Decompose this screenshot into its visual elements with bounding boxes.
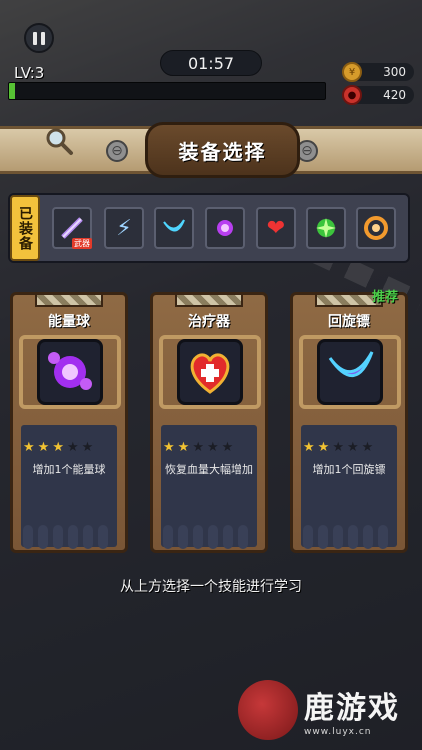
pause-button[interactable] — [24, 23, 54, 53]
star-rating: ★ ★ ★ ★ ★ — [303, 440, 374, 455]
magnifier-icon — [46, 128, 73, 155]
healer-icon: ❤ — [266, 215, 286, 241]
card-description: 增加1个能量球 — [32, 463, 106, 476]
equipped-slot-weapon[interactable]: 武器 — [52, 207, 92, 249]
boomerang-icon — [317, 339, 383, 405]
gold-coin-icon: ¥ — [342, 62, 362, 82]
gem-counter: ● 420 — [342, 85, 414, 105]
gem-amount: 420 — [383, 88, 406, 102]
equipped-slot-green-burst[interactable] — [306, 207, 346, 249]
weapon-tag: 武器 — [72, 238, 92, 249]
skill-card-healer[interactable]: 治疗器 ★ ★ ★ ★ ★ 恢复血量大幅增加 — [150, 292, 268, 553]
skill-card-boomerang[interactable]: 回旋镖 ★ ★ ★ ★ ★ 增加1个回旋镖 — [290, 292, 408, 553]
card-decoration — [303, 525, 388, 549]
card-decoration — [163, 525, 248, 549]
boomerang-icon — [163, 219, 185, 232]
skill-card-energy-orb[interactable]: 能量球 ★ ★ ★ ★ ★ 增加1个能量球 — [10, 292, 128, 553]
xp-bar-fill — [9, 83, 16, 99]
vortex-icon — [364, 216, 388, 240]
equipped-slot-lightning[interactable]: ⚡ — [104, 207, 144, 249]
bolt-icon: ⊖ — [106, 140, 128, 162]
selection-hint: 从上方选择一个技能进行学习 — [120, 579, 302, 595]
energy-orb-icon — [217, 220, 233, 236]
equipped-slot-boomerang[interactable] — [154, 207, 194, 249]
card-title: 治疗器 — [188, 314, 230, 330]
dialog-title: 装备选择 — [145, 122, 300, 178]
equipped-slot-energy-orb[interactable] — [205, 207, 245, 249]
healer-icon — [177, 339, 243, 405]
green-burst-icon — [316, 218, 336, 238]
watermark-url: www.luyx.cn — [304, 727, 372, 737]
card-description: 恢复血量大幅增加 — [165, 463, 253, 476]
card-description: 增加1个回旋镖 — [312, 463, 386, 476]
watermark-title: 鹿游戏 — [304, 691, 400, 726]
lightning-icon: ⚡ — [116, 215, 132, 241]
hazard-stripe — [35, 293, 103, 307]
energy-orb-icon — [37, 339, 103, 405]
watermark: 鹿游戏 www.luyx.cn — [238, 680, 400, 740]
star-rating: ★ ★ ★ ★ ★ — [23, 440, 94, 455]
game-timer: 01:57 — [160, 50, 262, 76]
level-label: LV:3 — [14, 64, 45, 82]
watermark-logo-icon — [238, 680, 298, 740]
equipped-slot-vortex[interactable] — [356, 207, 396, 249]
equipped-slot-healer[interactable]: ❤ — [256, 207, 296, 249]
card-decoration — [23, 525, 108, 549]
star-rating: ★ ★ ★ ★ ★ — [163, 440, 234, 455]
equipped-label: 已装备 — [10, 195, 40, 261]
hazard-stripe — [175, 293, 243, 307]
card-title: 回旋镖 — [328, 314, 370, 330]
gold-amount: 300 — [383, 65, 406, 79]
card-title: 能量球 — [48, 314, 90, 330]
red-gem-icon: ● — [342, 85, 362, 105]
pause-icon — [33, 31, 37, 45]
gold-counter: ¥ 300 — [342, 62, 414, 82]
recommend-badge: 推荐 — [372, 290, 399, 305]
xp-bar — [8, 82, 326, 100]
